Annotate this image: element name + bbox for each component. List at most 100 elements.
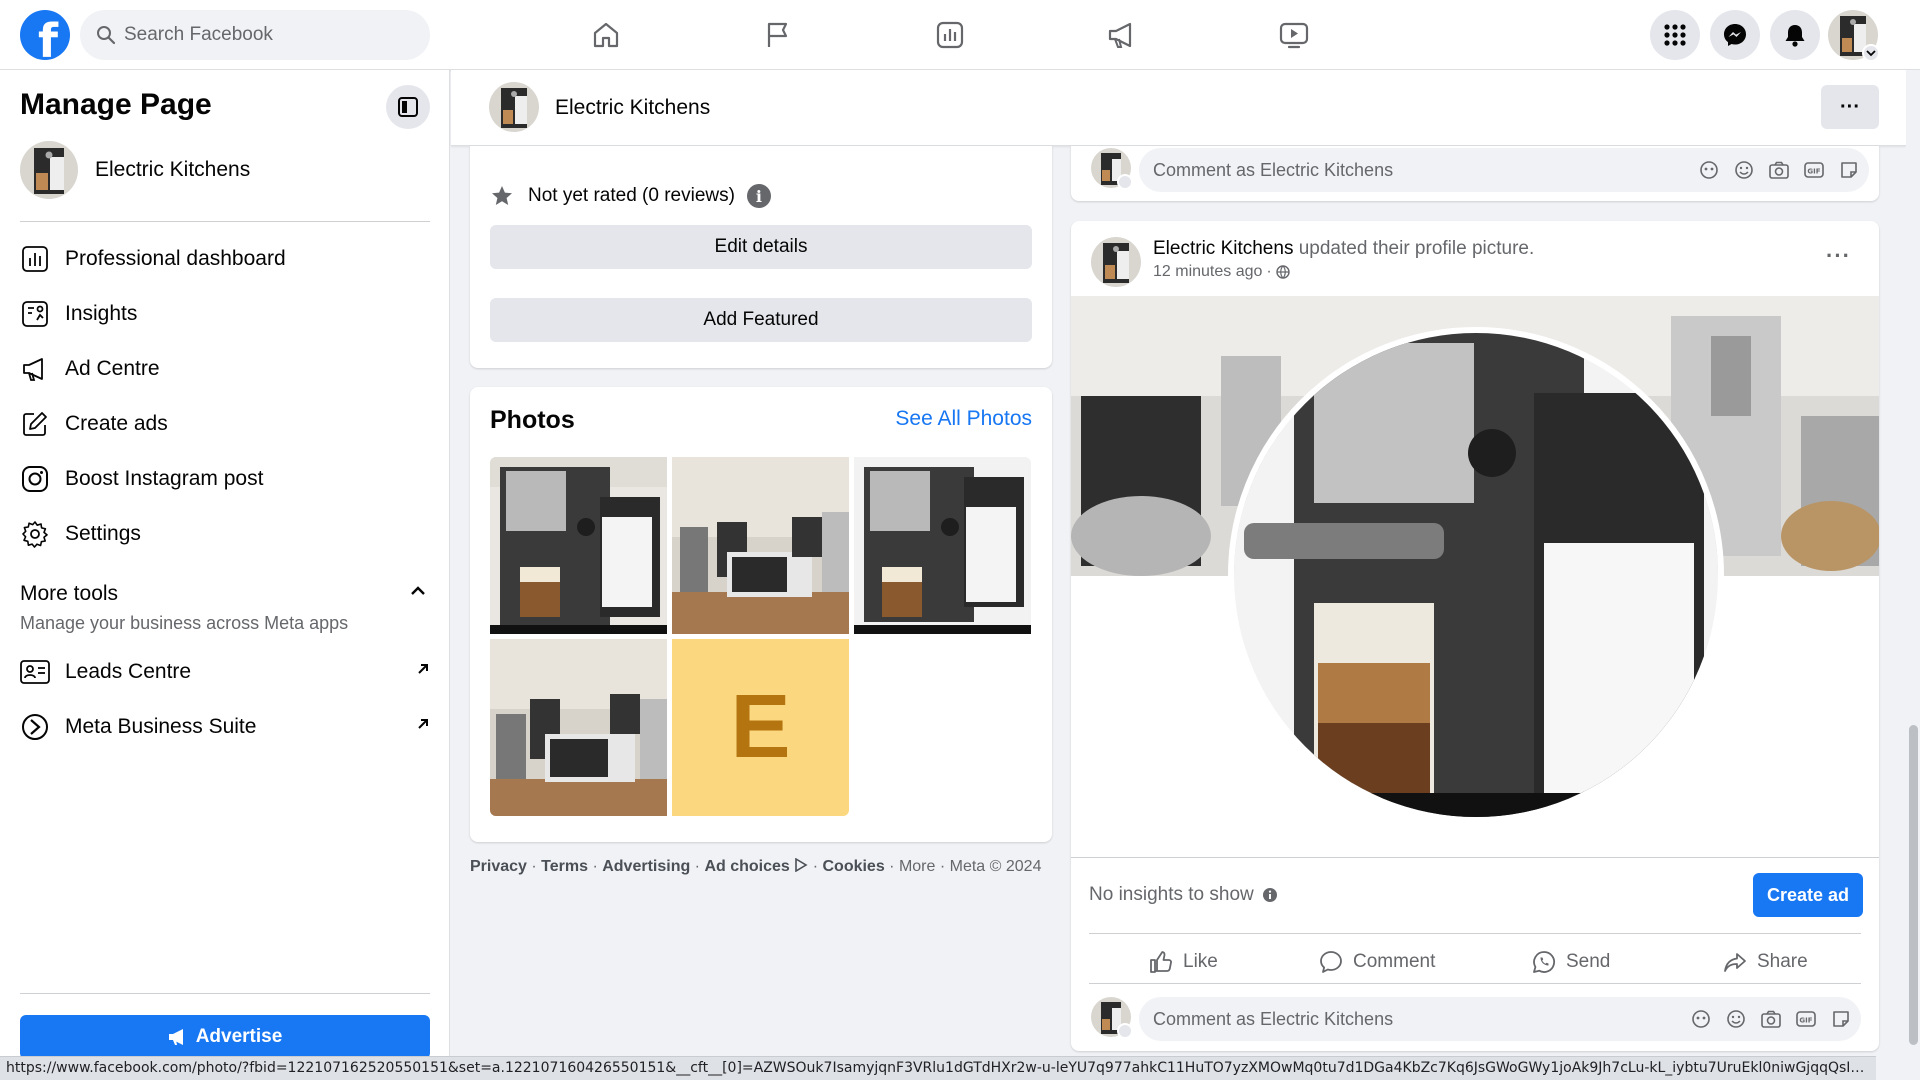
bell-icon[interactable] — [1770, 10, 1820, 60]
pencil-icon — [20, 409, 50, 439]
flag-icon[interactable] — [758, 15, 798, 55]
share-label: Share — [1757, 951, 1808, 972]
sticker-icon[interactable] — [1837, 158, 1861, 182]
divider — [1071, 857, 1879, 858]
account-caret-icon[interactable] — [1862, 44, 1880, 62]
messenger-icon[interactable] — [1710, 10, 1760, 60]
footer-link-more[interactable]: More — [899, 858, 935, 875]
info-icon[interactable] — [1262, 887, 1278, 903]
megaphone-icon — [168, 1029, 183, 1045]
photos-card: Photos See All Photos E — [470, 387, 1052, 842]
footer-link-cookies[interactable]: Cookies — [822, 858, 884, 875]
avatar-sticker-icon[interactable] — [1689, 1007, 1713, 1031]
sidebar-item-meta-business-suite[interactable]: Meta Business Suite — [20, 705, 430, 749]
photo-thumbnail[interactable] — [672, 457, 849, 634]
dashboard-icon — [20, 244, 50, 274]
home-icon[interactable] — [586, 15, 626, 55]
advertise-button[interactable]: Advertise — [20, 1015, 430, 1059]
menu-grid-icon[interactable] — [1650, 10, 1700, 60]
search-box[interactable] — [80, 10, 430, 60]
letter-tile-photo[interactable]: E — [672, 639, 849, 816]
search-input[interactable] — [124, 10, 414, 60]
comment-tools: GIF — [1689, 1007, 1853, 1031]
footer-link-ad-choices[interactable]: Ad choices — [704, 858, 789, 875]
post-timestamp[interactable]: 12 minutes ago — [1153, 263, 1262, 281]
megaphone-icon[interactable] — [1102, 15, 1142, 55]
divider — [20, 221, 430, 222]
gear-icon — [20, 519, 50, 549]
camera-icon[interactable] — [1767, 158, 1791, 182]
external-link-icon — [418, 664, 428, 674]
facebook-logo[interactable]: f — [20, 10, 70, 68]
external-link-icon — [418, 719, 428, 729]
avatar-sticker-icon[interactable] — [1697, 158, 1721, 182]
advertise-label: Advertise — [195, 1026, 283, 1047]
like-button[interactable]: Like — [1149, 947, 1218, 977]
more-tools-subtitle: Manage your business across Meta apps — [20, 613, 349, 633]
whatsapp-icon — [1533, 951, 1556, 973]
sidebar-item-professional-dashboard[interactable]: Professional dashboard — [20, 237, 430, 281]
post-profile-picture[interactable] — [1228, 327, 1724, 823]
post-title: Electric Kitchens updated their profile … — [1153, 238, 1534, 260]
profile-picture-post: Electric Kitchens updated their profile … — [1071, 221, 1879, 1051]
page-avatar[interactable] — [489, 82, 539, 132]
chevron-down-icon[interactable] — [1117, 1023, 1133, 1039]
post-author-avatar[interactable] — [1091, 237, 1141, 287]
share-button[interactable]: Share — [1723, 947, 1808, 977]
sidebar-collapse-icon[interactable] — [386, 85, 430, 129]
gif-icon[interactable]: GIF — [1794, 1007, 1818, 1031]
create-ad-button[interactable]: Create ad — [1753, 873, 1863, 917]
photo-thumbnail[interactable] — [490, 457, 667, 634]
sidebar-item-label: Insights — [65, 302, 138, 325]
chevron-down-icon[interactable] — [1117, 174, 1133, 190]
page-header: Electric Kitchens ··· — [451, 70, 1906, 146]
post-author-link[interactable]: Electric Kitchens — [1153, 238, 1293, 259]
sidebar-item-leads-centre[interactable]: Leads Centre — [20, 650, 430, 694]
page-name[interactable]: Electric Kitchens — [555, 96, 710, 120]
sidebar-item-create-ads[interactable]: Create ads — [20, 402, 430, 446]
post-options-button[interactable]: ··· — [1826, 243, 1851, 269]
sidebar-item-settings[interactable]: Settings — [20, 512, 430, 556]
footer-link-privacy[interactable]: Privacy — [470, 858, 527, 875]
top-navigation-bar: f — [0, 0, 1920, 70]
camera-icon[interactable] — [1759, 1007, 1783, 1031]
rating-row: Not yet rated (0 reviews) i — [490, 184, 771, 208]
emoji-icon[interactable] — [1732, 158, 1756, 182]
sidebar-item-boost-instagram[interactable]: Boost Instagram post — [20, 457, 430, 501]
photo-thumbnail[interactable] — [854, 457, 1031, 634]
see-all-photos-link[interactable]: See All Photos — [895, 407, 1032, 431]
page-more-button[interactable]: ··· — [1821, 85, 1879, 129]
sidebar-title: Manage Page — [20, 88, 212, 121]
share-icon — [1724, 953, 1746, 972]
info-icon[interactable]: i — [746, 184, 771, 208]
video-icon[interactable] — [1274, 15, 1314, 55]
footer-link-advertising[interactable]: Advertising — [602, 858, 690, 875]
send-button[interactable]: Send — [1532, 947, 1610, 977]
comment-input[interactable]: Comment as Electric Kitchens GIF — [1139, 997, 1861, 1041]
emoji-icon[interactable] — [1724, 1007, 1748, 1031]
sidebar-item-insights[interactable]: Insights — [20, 292, 430, 336]
photo-thumbnail[interactable] — [490, 639, 667, 816]
link-status-bar: https://www.facebook.com/photo/?fbid=122… — [0, 1056, 1876, 1080]
add-featured-button[interactable]: Add Featured — [490, 298, 1032, 342]
sticker-icon[interactable] — [1829, 1007, 1853, 1031]
footer-link-terms[interactable]: Terms — [541, 858, 588, 875]
sidebar-item-label: Meta Business Suite — [65, 715, 257, 738]
comment-button[interactable]: Comment — [1319, 947, 1435, 977]
like-label: Like — [1183, 951, 1218, 972]
more-tools-heading[interactable]: More tools — [20, 582, 118, 606]
insights-status: No insights to show — [1089, 884, 1278, 906]
chevron-up-icon[interactable] — [410, 584, 426, 602]
svg-text:GIF: GIF — [1799, 1017, 1812, 1025]
letter-tile-text: E — [730, 677, 791, 777]
photos-title: Photos — [490, 406, 575, 434]
sidebar-page-name: Electric Kitchens — [95, 158, 251, 181]
scrollbar-thumb[interactable] — [1909, 725, 1918, 1045]
rating-text: Not yet rated (0 reviews) — [528, 185, 735, 206]
sidebar-page-link[interactable]: Electric Kitchens — [20, 140, 250, 200]
sidebar-item-ad-centre[interactable]: Ad Centre — [20, 347, 430, 391]
edit-details-button[interactable]: Edit details — [490, 225, 1032, 269]
gif-icon[interactable]: GIF — [1802, 158, 1826, 182]
comment-input[interactable]: Comment as Electric Kitchens GIF — [1139, 148, 1869, 192]
insights-icon[interactable] — [930, 15, 970, 55]
